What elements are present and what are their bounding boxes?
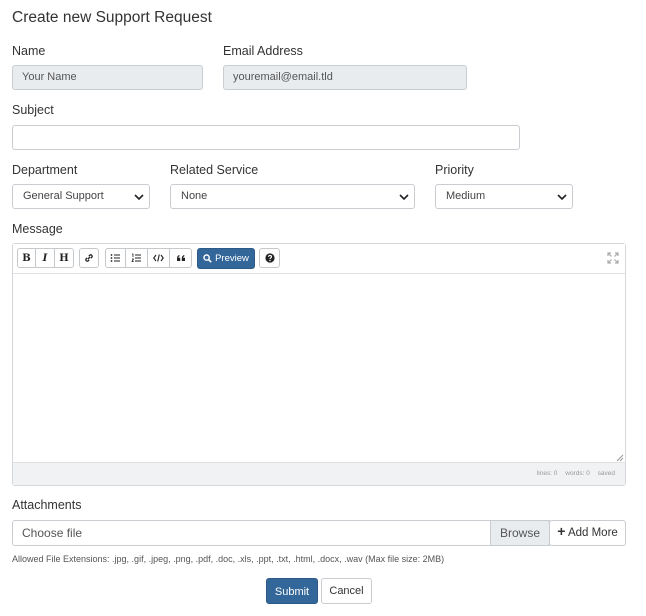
plus-icon: + bbox=[557, 523, 566, 539]
chevron-down-icon bbox=[399, 192, 409, 202]
help-button[interactable] bbox=[259, 248, 280, 268]
bold-button[interactable]: B bbox=[17, 248, 36, 268]
link-group bbox=[79, 248, 99, 268]
related-service-selected: None bbox=[181, 190, 208, 202]
page-title: Create new Support Request bbox=[12, 9, 212, 26]
chevron-down-icon bbox=[134, 192, 144, 202]
help-group bbox=[259, 248, 280, 268]
priority-selected: Medium bbox=[446, 190, 486, 202]
link-icon bbox=[84, 253, 94, 263]
unordered-list-icon bbox=[110, 253, 121, 263]
name-label: Name bbox=[12, 44, 46, 58]
message-label: Message bbox=[12, 222, 63, 236]
attachments-label: Attachments bbox=[12, 498, 82, 512]
message-textarea[interactable] bbox=[13, 274, 625, 463]
ordered-list-icon bbox=[131, 253, 142, 263]
editor-toolbar: B I H Preview bbox=[13, 244, 625, 274]
submit-button[interactable]: Submit bbox=[266, 578, 318, 604]
message-editor: B I H Preview lines: 0 words: 0 saved bbox=[12, 243, 626, 486]
ordered-list-button[interactable] bbox=[126, 248, 148, 268]
resize-handle-icon[interactable] bbox=[616, 454, 624, 462]
file-input[interactable]: Choose file bbox=[12, 520, 550, 546]
heading-icon: H bbox=[59, 252, 69, 264]
priority-select[interactable]: Medium bbox=[435, 184, 573, 209]
cancel-button[interactable]: Cancel bbox=[321, 578, 372, 604]
list-group bbox=[105, 248, 192, 268]
email-label: Email Address bbox=[223, 44, 303, 58]
italic-button[interactable]: I bbox=[36, 248, 55, 268]
chevron-down-icon bbox=[557, 192, 567, 202]
related-service-label: Related Service bbox=[170, 163, 259, 177]
quote-icon bbox=[176, 253, 186, 263]
unordered-list-button[interactable] bbox=[105, 248, 126, 268]
preview-label: Preview bbox=[215, 253, 249, 264]
priority-label: Priority bbox=[435, 163, 474, 177]
editor-statusbar: lines: 0 words: 0 saved bbox=[13, 462, 625, 485]
add-more-label: Add More bbox=[567, 527, 618, 539]
department-label: Department bbox=[12, 163, 78, 177]
email-field[interactable]: youremail@email.tld bbox=[223, 65, 467, 90]
add-more-button[interactable]: + Add More bbox=[549, 520, 626, 546]
italic-icon: I bbox=[42, 252, 48, 264]
lines-count: lines: 0 bbox=[536, 470, 558, 477]
quote-button[interactable] bbox=[170, 248, 192, 268]
bold-icon: B bbox=[22, 252, 31, 264]
subject-label: Subject bbox=[12, 103, 54, 117]
link-button[interactable] bbox=[79, 248, 99, 268]
browse-button[interactable]: Browse bbox=[490, 520, 550, 546]
saved-status: saved bbox=[597, 470, 615, 477]
fullscreen-icon[interactable] bbox=[607, 252, 619, 264]
subject-input[interactable] bbox=[12, 125, 520, 150]
allowed-extensions-text: Allowed File Extensions: .jpg, .gif, .jp… bbox=[12, 554, 445, 564]
name-field[interactable]: Your Name bbox=[12, 65, 203, 90]
preview-button[interactable]: Preview bbox=[197, 248, 255, 269]
code-icon bbox=[153, 253, 164, 263]
question-circle-icon bbox=[264, 253, 275, 263]
department-selected: General Support bbox=[23, 190, 104, 202]
words-count: words: 0 bbox=[565, 470, 590, 477]
related-service-select[interactable]: None bbox=[170, 184, 415, 209]
department-select[interactable]: General Support bbox=[12, 184, 150, 209]
code-button[interactable] bbox=[148, 248, 170, 268]
format-group: B I H bbox=[17, 248, 74, 268]
search-icon bbox=[203, 254, 212, 263]
heading-button[interactable]: H bbox=[55, 248, 74, 268]
